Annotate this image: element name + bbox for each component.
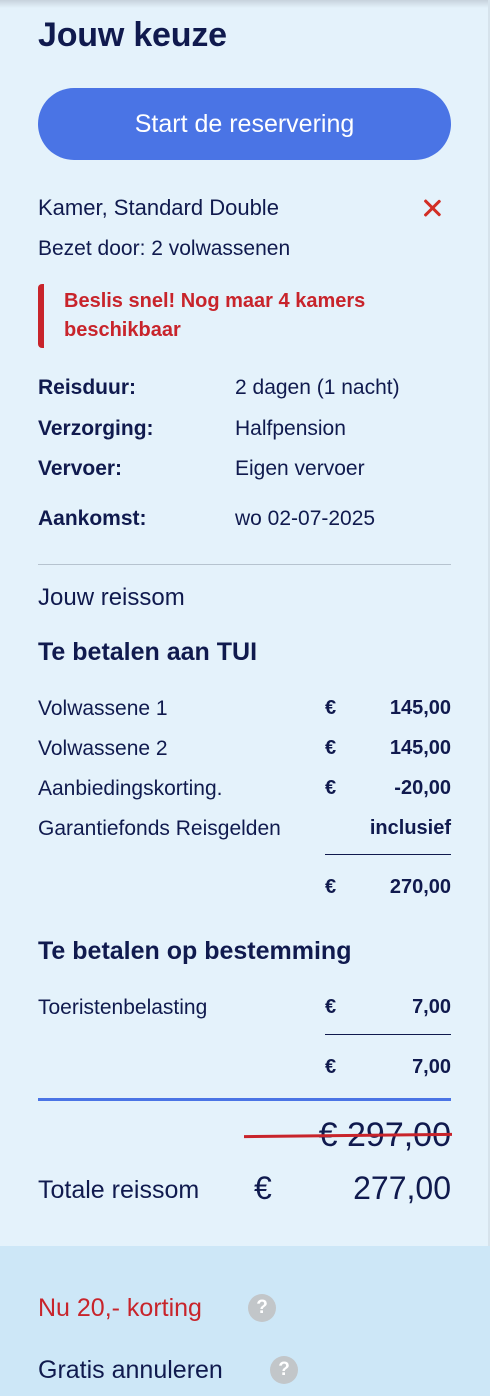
detail-value-verzorging: Halfpension [235,417,346,440]
price-row-amount: 7,00 [412,996,451,1018]
detail-label-reisduur: Reisduur: [38,376,137,399]
price-row-label: Toeristenbelasting [38,996,208,1019]
detail-value-reisduur: 2 dagen (1 nacht) [235,376,400,399]
total-divider [38,1098,451,1101]
price-row-amount: 145,00 [389,737,451,759]
section-divider [38,564,451,565]
page-title: Jouw keuze [38,16,227,54]
destination-subtotal-amount: 7,00 [412,1056,451,1078]
price-row-amount: inclusief [369,817,451,839]
detail-label-vervoer: Vervoer: [38,457,123,480]
price-row-currency: € [325,737,337,759]
subtotal-line [325,854,451,855]
detail-label-aankomst: Aankomst: [38,507,147,530]
detail-value-aankomst: wo 02-07-2025 [235,507,376,530]
tui-heading: Te betalen aan TUI [38,638,258,666]
destination-subtotal-currency: € [325,1056,337,1078]
price-row-currency: € [325,697,337,719]
price-row-label: Volwassene 2 [38,737,168,760]
price-row-currency: € [325,777,337,799]
help-icon[interactable]: ? [248,1294,276,1322]
subtotal-line [325,1034,451,1035]
promo-section: Nu 20,- korting ? Gratis annuleren ? [0,1246,490,1396]
availability-alert-text: Beslis snel! Nog maar 4 kamers beschikba… [64,290,366,341]
discount-label: Nu 20,- korting [38,1294,202,1322]
availability-alert: Beslis snel! Nog maar 4 kamers beschikba… [38,284,438,348]
total-currency: € [254,1170,272,1206]
help-icon[interactable]: ? [270,1356,298,1384]
destination-heading: Te betalen op bestemming [38,937,352,965]
tui-subtotal-amount: 270,00 [389,876,451,898]
top-shadow [0,0,490,8]
start-reservation-button[interactable]: Start de reservering [38,88,451,160]
price-row-currency: € [325,996,337,1018]
price-row-amount: -20,00 [394,777,451,799]
detail-label-verzorging: Verzorging: [38,417,154,440]
total-label: Totale reissom [38,1176,200,1204]
room-occupancy: Bezet door: 2 volwassenen [38,237,291,260]
tui-subtotal-currency: € [325,876,337,898]
price-row-label: Volwassene 1 [38,697,168,720]
price-row-label: Aanbiedingskorting. [38,777,223,800]
price-row-amount: 145,00 [389,697,451,719]
detail-value-vervoer: Eigen vervoer [235,457,365,480]
close-icon[interactable] [420,196,444,220]
total-amount: 277,00 [353,1170,451,1206]
free-cancellation-label: Gratis annuleren [38,1356,223,1384]
reissom-heading: Jouw reissom [38,584,185,611]
room-name: Kamer, Standard Double [38,195,279,220]
price-row-label: Garantiefonds Reisgelden [38,817,281,840]
